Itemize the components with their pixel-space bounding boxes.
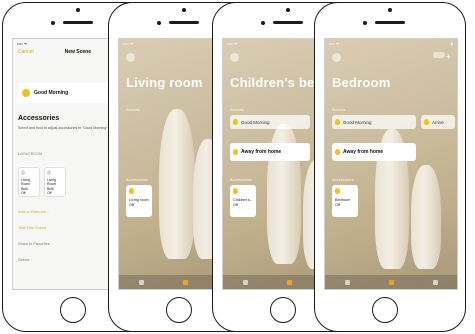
test-scene-link[interactable]: Test This Scene: [18, 225, 46, 230]
bulb-icon: [129, 188, 134, 194]
speaker-grille: [375, 21, 405, 24]
home-button[interactable]: [372, 297, 398, 323]
arrive-icon: [424, 119, 429, 125]
home-button[interactable]: [270, 297, 296, 323]
home-icon[interactable]: [230, 53, 239, 62]
scene-name: Arrive: [432, 119, 444, 125]
status-signal: •••• ᯤ: [227, 40, 238, 46]
accessory-tile[interactable]: Bedroom Off: [332, 185, 358, 217]
vase-image: [411, 165, 441, 269]
phone-4: •••• ᯤ ▮ + Bedroom Scenes Good Morning A…: [314, 2, 466, 332]
speaker-grille: [63, 21, 93, 24]
status-bar: •••• ᯤ ▮: [325, 39, 457, 48]
sun-icon: [335, 119, 340, 125]
speaker-grille: [169, 21, 199, 24]
vase-image: [159, 109, 195, 259]
accessories-label: Accessories: [230, 177, 252, 182]
cancel-button[interactable]: Cancel: [18, 49, 34, 55]
camera-dot: [76, 8, 80, 12]
scene-tile-active[interactable]: Away from home: [332, 143, 416, 161]
tab-automation-icon[interactable]: [432, 279, 438, 285]
accessory-name: Living Room Bulb: [21, 178, 31, 191]
status-signal: •••• ᯤ: [17, 40, 28, 46]
camera-dot: [388, 8, 392, 12]
sensor-dot: [363, 21, 367, 25]
accessory-name: Living room: [129, 198, 149, 202]
status-signal: •••• ᯤ: [329, 40, 340, 46]
scene-icon: [335, 149, 340, 155]
room-title: Living room: [126, 75, 203, 90]
camera-dot: [182, 8, 186, 12]
speaker-grille: [273, 21, 303, 24]
tab-home-icon[interactable]: [344, 279, 350, 285]
bulb-icon: [47, 170, 51, 175]
scene-name: Good Morning: [34, 90, 69, 96]
status-signal: •••• ᯤ: [123, 40, 134, 46]
accessories-label: Accessories: [332, 177, 354, 182]
scene-name: Away from home: [241, 149, 282, 155]
scene-icon: [22, 89, 30, 97]
home-icon[interactable]: [332, 53, 341, 62]
tab-bar: [325, 275, 457, 289]
room-screen: •••• ᯤ ▮ + Bedroom Scenes Good Morning A…: [324, 38, 458, 290]
accessory-tile[interactable]: Living Room Bulb Off: [18, 167, 40, 197]
scene-tile[interactable]: Good Morning: [332, 115, 416, 129]
sun-icon: [233, 119, 238, 125]
edit-pill-icon[interactable]: [433, 52, 445, 58]
tab-home-icon[interactable]: [138, 279, 144, 285]
scene-tile[interactable]: Arrive: [421, 115, 455, 129]
bulb-icon: [233, 188, 238, 194]
tab-rooms-icon[interactable]: [286, 279, 292, 285]
accessory-name: Living Room Bulb: [47, 178, 57, 191]
scene-icon: [233, 149, 238, 155]
scenes-label: Scenes: [126, 107, 140, 112]
scene-tile-active[interactable]: Away from home: [230, 143, 310, 161]
accessory-state: Off: [233, 203, 238, 207]
home-button[interactable]: [60, 297, 86, 323]
add-remove-link[interactable]: Add or Remove...: [18, 209, 49, 214]
accessory-name: Children's...: [233, 198, 253, 202]
group-label: LIVING ROOM: [18, 152, 42, 156]
camera-dot: [286, 8, 290, 12]
accessories-label: Accessories: [126, 177, 148, 182]
scene-name: Good Morning: [241, 119, 270, 125]
accessories-heading: Accessories: [18, 115, 60, 122]
scene-tile[interactable]: Good Morning: [230, 115, 310, 129]
show-in-favorites-label[interactable]: Show in Favorites: [18, 241, 50, 246]
accessory-state: Off: [335, 203, 340, 207]
scene-name: Away from home: [343, 149, 384, 155]
sensor-dot: [261, 21, 265, 25]
accessory-name: Bedroom: [335, 198, 351, 202]
accessory-state: Off: [129, 203, 134, 207]
add-icon[interactable]: +: [446, 52, 451, 62]
room-title: Bedroom: [332, 75, 391, 90]
scene-name: Good Morning: [343, 119, 372, 125]
accessory-tile[interactable]: Children's... Off: [230, 185, 256, 217]
accessory-state: Off: [21, 190, 26, 195]
tab-rooms-icon[interactable]: [388, 279, 394, 285]
tab-home-icon[interactable]: [242, 279, 248, 285]
scenes-label: Scenes: [230, 107, 244, 112]
scenes-label: Scenes: [332, 107, 346, 112]
room-title: Children's be: [230, 75, 315, 90]
bulb-icon: [335, 188, 340, 194]
accessory-tile[interactable]: Living room Off: [126, 185, 152, 217]
accessory-state: Off: [47, 190, 52, 195]
home-icon[interactable]: [126, 53, 135, 62]
bulb-icon: [21, 170, 25, 175]
sensor-dot: [157, 21, 161, 25]
status-battery: ▮: [450, 41, 453, 46]
tab-rooms-icon[interactable]: [182, 279, 188, 285]
accessory-tile[interactable]: Living Room Bulb Off: [44, 167, 66, 197]
nav-title: New Scene: [64, 49, 91, 55]
sensor-dot: [51, 21, 55, 25]
home-button[interactable]: [166, 297, 192, 323]
tab-label: Scene: [18, 257, 30, 262]
